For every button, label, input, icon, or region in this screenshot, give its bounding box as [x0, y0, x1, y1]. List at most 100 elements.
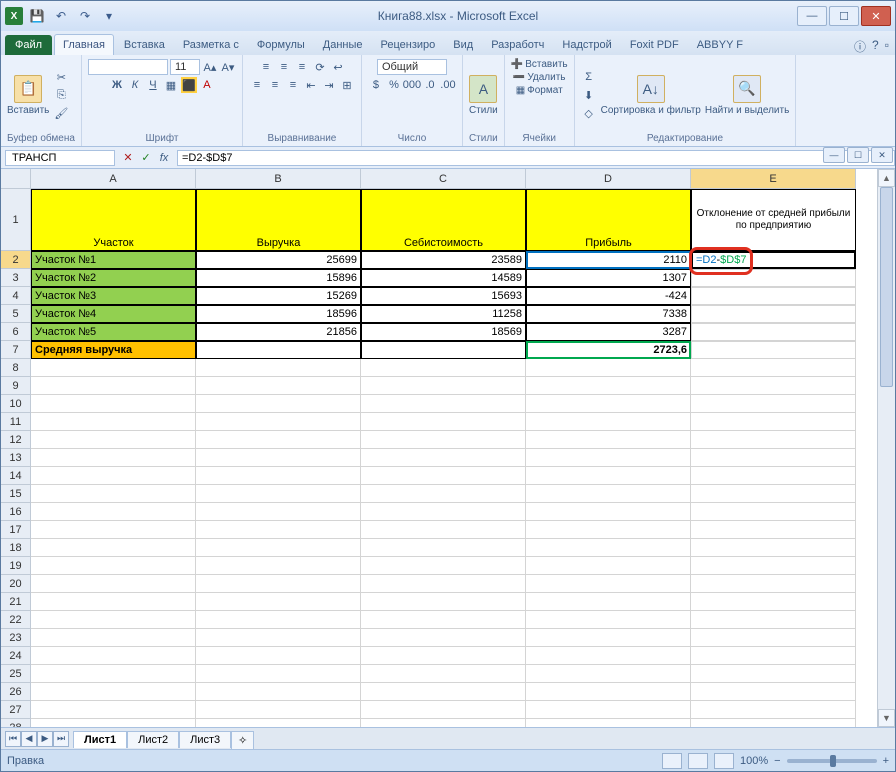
new-sheet-button[interactable]: ✧ — [231, 731, 254, 749]
ribbon-options-icon[interactable]: ▫ — [885, 38, 889, 55]
cell-E5[interactable] — [691, 305, 856, 323]
cell-empty-18-1[interactable] — [196, 539, 361, 557]
row-header-27[interactable]: 27 — [1, 701, 31, 719]
view-normal-icon[interactable] — [662, 753, 682, 769]
cell-empty-22-0[interactable] — [31, 611, 196, 629]
col-header-C[interactable]: C — [361, 169, 526, 189]
cell-empty-23-3[interactable] — [526, 629, 691, 647]
wb-restore-button[interactable]: ☐ — [847, 147, 869, 163]
fx-icon[interactable]: fx — [157, 152, 171, 164]
cell-empty-22-2[interactable] — [361, 611, 526, 629]
row-header-9[interactable]: 9 — [1, 377, 31, 395]
cell-empty-23-0[interactable] — [31, 629, 196, 647]
cell-empty-17-1[interactable] — [196, 521, 361, 539]
row-header-17[interactable]: 17 — [1, 521, 31, 539]
cell-empty-21-4[interactable] — [691, 593, 856, 611]
cell-empty-28-3[interactable] — [526, 719, 691, 727]
cell-empty-11-3[interactable] — [526, 413, 691, 431]
cell-empty-12-0[interactable] — [31, 431, 196, 449]
number-format-select[interactable]: Общий — [377, 59, 447, 75]
redo-icon[interactable]: ↷ — [75, 6, 95, 26]
border-icon[interactable]: ▦ — [163, 77, 179, 93]
cell-E2-editing[interactable]: =D2-$D$7 — [691, 251, 856, 269]
cell-empty-10-4[interactable] — [691, 395, 856, 413]
cell-empty-16-3[interactable] — [526, 503, 691, 521]
minimize-button[interactable]: — — [797, 6, 827, 26]
row-header-13[interactable]: 13 — [1, 449, 31, 467]
cell-empty-24-4[interactable] — [691, 647, 856, 665]
cell-empty-11-2[interactable] — [361, 413, 526, 431]
tab-view[interactable]: Вид — [445, 35, 481, 55]
cells-canvas[interactable]: УчастокВыручкаСебистоимостьПрибыльОтклон… — [31, 189, 877, 727]
help-icon[interactable]: ? — [872, 38, 879, 55]
cell-D7[interactable]: 2723,6 — [526, 341, 691, 359]
cell-empty-12-4[interactable] — [691, 431, 856, 449]
tab-nav-last-icon[interactable]: ⏭ — [53, 731, 69, 747]
cell-C4[interactable]: 15693 — [361, 287, 526, 305]
view-pagebreak-icon[interactable] — [714, 753, 734, 769]
cell-empty-11-1[interactable] — [196, 413, 361, 431]
cell-A4[interactable]: Участок №3 — [31, 287, 196, 305]
cell-empty-21-0[interactable] — [31, 593, 196, 611]
cell-empty-9-1[interactable] — [196, 377, 361, 395]
align-center-icon[interactable]: ≡ — [267, 77, 283, 93]
cell-empty-8-4[interactable] — [691, 359, 856, 377]
cell-empty-20-2[interactable] — [361, 575, 526, 593]
cell-empty-10-3[interactable] — [526, 395, 691, 413]
cell-empty-12-3[interactable] — [526, 431, 691, 449]
font-name-select[interactable] — [88, 59, 168, 75]
cell-empty-23-1[interactable] — [196, 629, 361, 647]
cell-empty-14-1[interactable] — [196, 467, 361, 485]
cell-empty-24-2[interactable] — [361, 647, 526, 665]
cell-A6[interactable]: Участок №5 — [31, 323, 196, 341]
cell-empty-12-1[interactable] — [196, 431, 361, 449]
scroll-down-icon[interactable]: ▼ — [878, 709, 895, 727]
select-all-corner[interactable] — [1, 169, 31, 189]
cell-empty-25-4[interactable] — [691, 665, 856, 683]
cell-A1[interactable]: Участок — [31, 189, 196, 251]
cell-empty-27-3[interactable] — [526, 701, 691, 719]
tab-addins[interactable]: Надстрой — [554, 35, 619, 55]
cell-C1[interactable]: Себистоимость — [361, 189, 526, 251]
row-header-8[interactable]: 8 — [1, 359, 31, 377]
cell-empty-13-0[interactable] — [31, 449, 196, 467]
cell-empty-15-3[interactable] — [526, 485, 691, 503]
cell-empty-28-2[interactable] — [361, 719, 526, 727]
cell-empty-11-0[interactable] — [31, 413, 196, 431]
tab-data[interactable]: Данные — [315, 35, 371, 55]
cell-empty-9-3[interactable] — [526, 377, 691, 395]
cell-empty-8-0[interactable] — [31, 359, 196, 377]
cell-empty-19-1[interactable] — [196, 557, 361, 575]
find-select-button[interactable]: 🔍 Найти и выделить — [705, 75, 789, 116]
cell-empty-14-0[interactable] — [31, 467, 196, 485]
cell-empty-11-4[interactable] — [691, 413, 856, 431]
cell-empty-25-3[interactable] — [526, 665, 691, 683]
fill-icon[interactable]: ⬇ — [581, 87, 597, 103]
sort-filter-button[interactable]: A↓ Сортировка и фильтр — [601, 75, 701, 116]
align-top-icon[interactable]: ≡ — [258, 59, 274, 75]
cell-empty-25-2[interactable] — [361, 665, 526, 683]
cell-C7[interactable] — [361, 341, 526, 359]
cell-empty-26-4[interactable] — [691, 683, 856, 701]
undo-icon[interactable]: ↶ — [51, 6, 71, 26]
wb-close-button[interactable]: ✕ — [871, 147, 893, 163]
cell-empty-9-4[interactable] — [691, 377, 856, 395]
cell-empty-26-1[interactable] — [196, 683, 361, 701]
row-header-12[interactable]: 12 — [1, 431, 31, 449]
cell-empty-20-1[interactable] — [196, 575, 361, 593]
row-header-1[interactable]: 1 — [1, 189, 31, 251]
col-header-A[interactable]: A — [31, 169, 196, 189]
accept-formula-icon[interactable]: ✓ — [139, 151, 153, 164]
cell-empty-10-2[interactable] — [361, 395, 526, 413]
styles-button[interactable]: A Стили — [469, 75, 498, 116]
cell-empty-17-0[interactable] — [31, 521, 196, 539]
cell-empty-20-3[interactable] — [526, 575, 691, 593]
row-header-26[interactable]: 26 — [1, 683, 31, 701]
row-header-4[interactable]: 4 — [1, 287, 31, 305]
cell-empty-22-1[interactable] — [196, 611, 361, 629]
align-left-icon[interactable]: ≡ — [249, 77, 265, 93]
tab-foxit[interactable]: Foxit PDF — [622, 35, 687, 55]
scroll-thumb[interactable] — [880, 187, 893, 387]
align-right-icon[interactable]: ≡ — [285, 77, 301, 93]
cell-empty-24-0[interactable] — [31, 647, 196, 665]
